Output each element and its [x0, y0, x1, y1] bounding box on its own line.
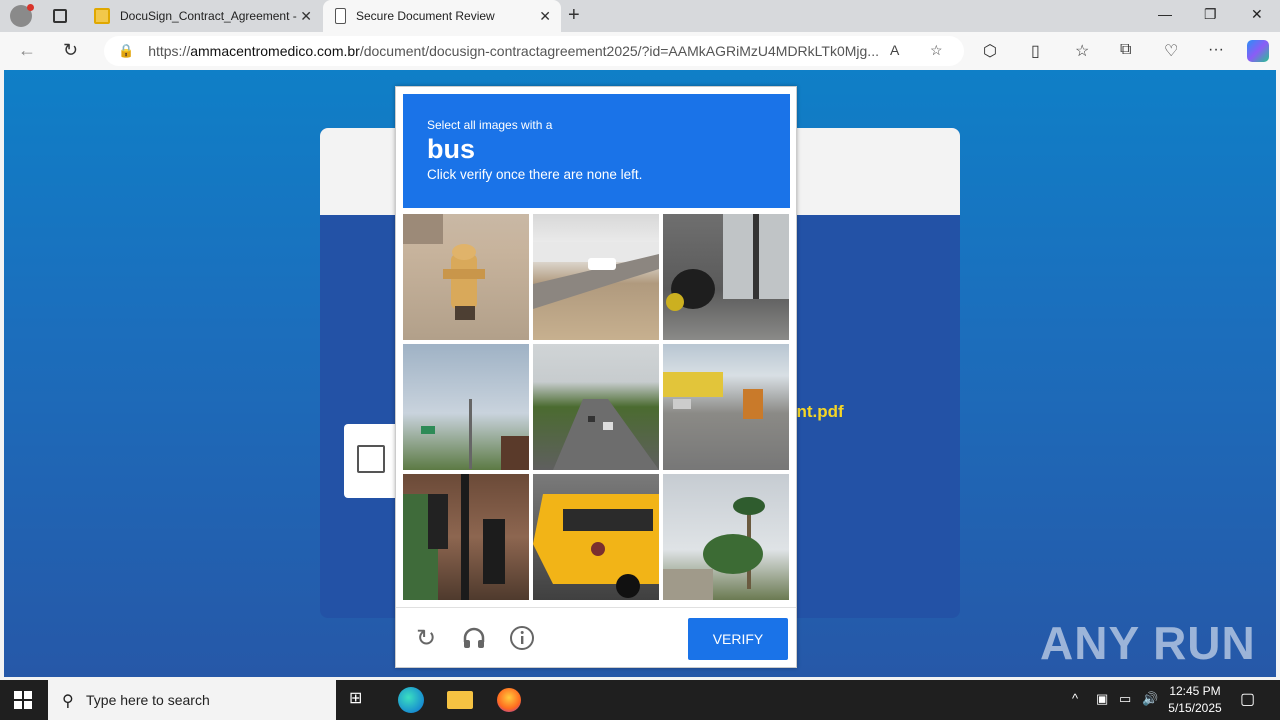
favorite-star-icon[interactable]: ☆ — [930, 42, 943, 59]
captcha-header: Select all images with a bus Click verif… — [403, 94, 790, 208]
captcha-target: bus — [427, 134, 476, 164]
minimize-icon[interactable]: — — [1158, 6, 1172, 22]
captcha-challenge: Select all images with a bus Click verif… — [395, 86, 797, 668]
url-text: https://ammacentromedico.com.br/document… — [148, 43, 879, 59]
captcha-grid — [403, 214, 790, 601]
tab-secure-review[interactable]: Secure Document Review ✕ — [323, 0, 561, 32]
mail-icon — [94, 8, 110, 24]
close-tab-icon[interactable]: ✕ — [539, 8, 551, 25]
captcha-tile[interactable] — [403, 344, 529, 470]
restore-icon[interactable]: ❐ — [1204, 6, 1217, 23]
favorites-icon[interactable]: ☆ — [1075, 41, 1089, 61]
captcha-tile[interactable] — [663, 214, 789, 340]
more-options-icon[interactable]: ··· — [1208, 41, 1224, 59]
captcha-tile[interactable] — [533, 474, 659, 600]
lock-icon: 🔒 — [118, 43, 135, 58]
tray-chevron-icon[interactable]: ^ — [1072, 691, 1078, 706]
volume-icon[interactable]: 🔊 — [1142, 691, 1158, 707]
network-icon[interactable]: ▭ — [1119, 691, 1131, 707]
headphones-icon[interactable] — [460, 624, 488, 652]
captcha-tile[interactable] — [533, 344, 659, 470]
info-icon[interactable] — [508, 624, 536, 652]
task-view-icon[interactable]: ⊞ — [349, 688, 375, 712]
read-aloud-icon[interactable]: A — [890, 42, 899, 58]
split-screen-icon[interactable]: ▯ — [1031, 41, 1040, 61]
document-icon — [335, 8, 346, 24]
search-icon: ⚲ — [62, 693, 74, 710]
verify-button[interactable]: VERIFY — [688, 618, 788, 660]
recaptcha-checkbox[interactable] — [357, 445, 385, 473]
browser-toolbar: ← ↻ 🔒 https://ammacentromedico.com.br/do… — [0, 32, 1280, 70]
profile-icon[interactable] — [10, 4, 34, 27]
copilot-icon[interactable] — [1247, 40, 1269, 62]
extensions-icon[interactable]: ⬡ — [983, 41, 997, 61]
captcha-tile[interactable] — [663, 474, 789, 600]
reload-icon[interactable]: ↻ — [412, 624, 440, 652]
captcha-tile[interactable] — [403, 474, 529, 600]
close-tab-icon[interactable]: ✕ — [300, 8, 312, 25]
captcha-instruction: Select all images with a — [427, 118, 553, 132]
collections-icon[interactable]: ⧉ — [1120, 41, 1131, 59]
windows-start-icon[interactable] — [14, 691, 32, 709]
meet-now-icon[interactable]: ▣ — [1096, 691, 1108, 707]
notifications-icon[interactable]: ▢ — [1240, 689, 1255, 709]
taskbar: ⚲ Type here to search ⊞ ^ ▣ ▭ 🔊 12:45 PM… — [0, 680, 1280, 720]
clock[interactable]: 12:45 PM 5/15/2025 — [1160, 683, 1230, 717]
captcha-hint: Click verify once there are none left. — [427, 167, 643, 182]
tab-bar: DocuSign_Contract_Agreement - ✕ Secure D… — [0, 0, 1280, 32]
tab-title: DocuSign_Contract_Agreement - — [120, 9, 297, 23]
firefox-icon[interactable] — [497, 688, 521, 712]
taskbar-search[interactable]: ⚲ Type here to search — [48, 680, 336, 720]
anyrun-watermark: ANY RUN — [1040, 617, 1256, 669]
file-explorer-icon[interactable] — [447, 691, 473, 709]
close-window-icon[interactable]: ✕ — [1251, 6, 1263, 23]
new-tab-icon[interactable]: + — [568, 4, 580, 27]
captcha-tile[interactable] — [663, 344, 789, 470]
captcha-tile[interactable] — [403, 214, 529, 340]
back-icon[interactable]: ← — [18, 40, 36, 61]
browser-essentials-icon[interactable]: ♡ — [1164, 41, 1178, 61]
refresh-icon[interactable]: ↻ — [63, 40, 78, 61]
tab-actions-icon[interactable] — [53, 9, 67, 23]
tab-title: Secure Document Review — [356, 9, 495, 23]
tab-docusign[interactable]: DocuSign_Contract_Agreement - ✕ — [84, 0, 322, 32]
captcha-tile[interactable] — [533, 214, 659, 340]
search-placeholder: Type here to search — [86, 692, 210, 708]
clock-date: 5/15/2025 — [1168, 701, 1222, 715]
edge-icon[interactable] — [398, 687, 424, 713]
address-bar[interactable]: 🔒 https://ammacentromedico.com.br/docume… — [104, 36, 964, 66]
clock-time: 12:45 PM — [1169, 684, 1221, 698]
captcha-footer: ↻ VERIFY — [396, 607, 796, 669]
